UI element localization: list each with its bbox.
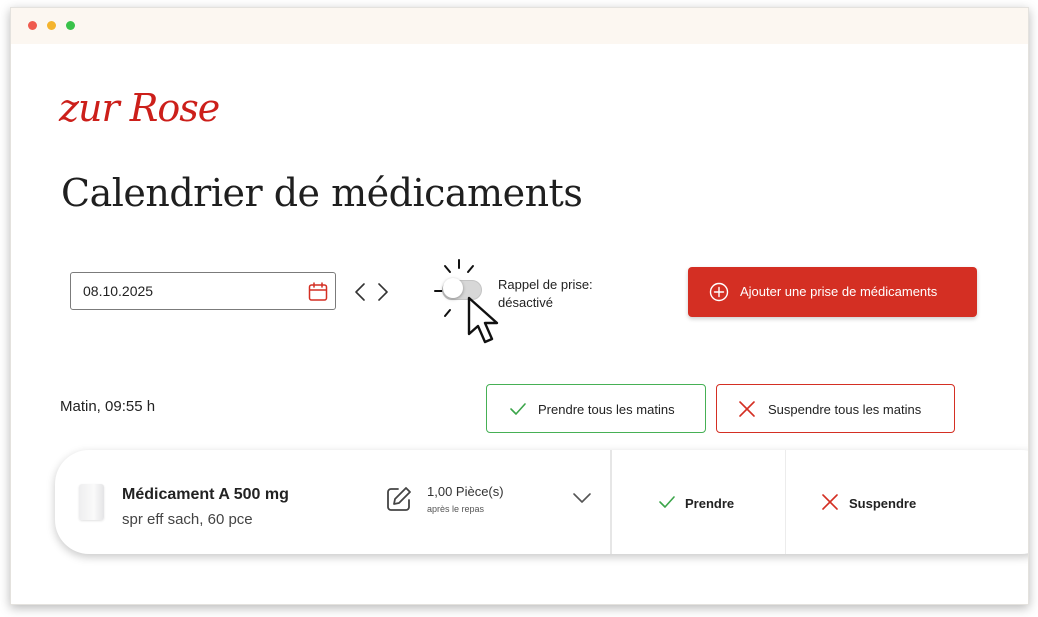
add-medication-button[interactable]: Ajouter une prise de médicaments bbox=[688, 267, 977, 317]
dose-note: après le repas bbox=[427, 504, 485, 514]
title-bar bbox=[11, 8, 1028, 44]
add-medication-label: Ajouter une prise de médicaments bbox=[740, 284, 938, 299]
check-icon bbox=[659, 496, 675, 508]
take-all-label: Prendre tous les matins bbox=[538, 402, 675, 417]
medication-description: spr eff sach, 60 pce bbox=[122, 511, 253, 528]
skip-button[interactable]: Suspendre bbox=[786, 450, 957, 554]
medication-thumbnail bbox=[79, 484, 104, 520]
reminder-title: Rappel de prise: bbox=[498, 277, 593, 292]
morning-section-label: Matin, 09:55 h bbox=[60, 398, 156, 415]
chevron-down-icon[interactable] bbox=[572, 492, 592, 504]
browser-window: zur Rose Calendrier de médicaments Rappe… bbox=[10, 7, 1029, 605]
date-input[interactable] bbox=[83, 283, 283, 299]
mouse-pointer-icon bbox=[467, 296, 499, 344]
edit-icon[interactable] bbox=[385, 485, 413, 513]
medication-card: Médicament A 500 mg spr eff sach, 60 pce… bbox=[55, 450, 1028, 554]
reminder-state: désactivé bbox=[498, 295, 553, 310]
card-divider bbox=[610, 450, 612, 554]
date-field[interactable] bbox=[70, 272, 336, 310]
take-label: Prendre bbox=[685, 496, 735, 511]
take-button[interactable]: Prendre bbox=[613, 450, 785, 554]
chevron-right-icon[interactable] bbox=[377, 282, 389, 302]
reminder-label: Rappel de prise: désactivé bbox=[498, 276, 618, 312]
logo-text: zur Rose bbox=[59, 86, 220, 130]
plus-circle-icon bbox=[709, 282, 729, 302]
close-icon bbox=[822, 494, 838, 510]
page-title: Calendrier de médicaments bbox=[61, 171, 583, 215]
skip-label: Suspendre bbox=[849, 496, 917, 511]
calendar-icon[interactable] bbox=[308, 282, 328, 302]
skip-all-label: Suspendre tous les matins bbox=[768, 402, 922, 417]
minimize-window-dot[interactable] bbox=[47, 21, 56, 30]
close-window-dot[interactable] bbox=[28, 21, 37, 30]
maximize-window-dot[interactable] bbox=[66, 21, 75, 30]
zur-rose-logo[interactable]: zur Rose bbox=[59, 86, 220, 130]
toggle-knob bbox=[443, 278, 463, 298]
close-icon bbox=[739, 401, 755, 417]
medication-name: Médicament A 500 mg bbox=[122, 486, 289, 503]
take-all-mornings-button[interactable]: Prendre tous les matins bbox=[486, 384, 706, 433]
check-icon bbox=[510, 403, 526, 415]
dose-quantity: 1,00 Pièce(s) bbox=[427, 484, 504, 499]
skip-all-mornings-button[interactable]: Suspendre tous les matins bbox=[716, 384, 955, 433]
chevron-left-icon[interactable] bbox=[354, 282, 366, 302]
